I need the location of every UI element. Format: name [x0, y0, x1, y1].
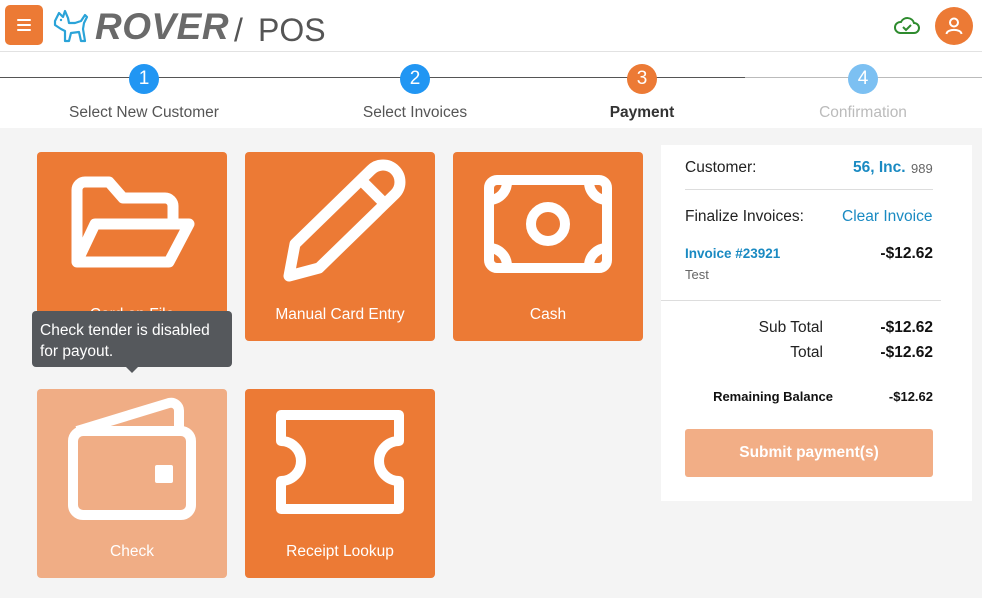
- step-1-label[interactable]: Select New Customer: [34, 104, 254, 122]
- tooltip-line-1: Check tender is disabled: [40, 322, 210, 339]
- folder-open-icon: [71, 176, 195, 268]
- step-2-label[interactable]: Select Invoices: [305, 104, 525, 122]
- dog-logo-icon: [53, 9, 89, 43]
- cash-label: Cash: [529, 306, 567, 323]
- cash-tile[interactable]: Cash: [453, 152, 643, 341]
- wallet-icon: [68, 397, 196, 520]
- pencil-icon: [283, 159, 406, 282]
- remaining-balance-value: -$12.62: [888, 389, 933, 404]
- customer-id: 989: [911, 161, 933, 176]
- top-bar: ROVER / POS: [0, 0, 982, 52]
- customer-name-link[interactable]: 56, Inc.: [853, 159, 906, 177]
- step-2-circle[interactable]: 2: [400, 64, 430, 94]
- total-value: -$12.62: [880, 344, 933, 361]
- tooltip-arrow: [126, 367, 138, 373]
- step-1-circle[interactable]: 1: [129, 64, 159, 94]
- invoice-description: Test: [685, 267, 709, 282]
- receipt-lookup-label: Receipt Lookup: [286, 543, 394, 560]
- invoice-link[interactable]: Invoice #23921: [685, 246, 780, 261]
- step-4-circle: 4: [848, 64, 878, 94]
- total-label: Total: [790, 344, 823, 361]
- subtotal-value: -$12.62: [880, 319, 933, 336]
- brand-separator: /: [234, 12, 243, 48]
- finalize-invoices-label: Finalize Invoices:: [685, 208, 804, 225]
- step-4-label: Confirmation: [819, 104, 907, 121]
- clear-invoice-link[interactable]: Clear Invoice: [842, 208, 932, 226]
- cloud-check-icon: [894, 17, 920, 34]
- divider: [685, 189, 933, 190]
- step-3-circle: 3: [627, 64, 657, 94]
- receipt-lookup-tile[interactable]: Receipt Lookup: [245, 389, 435, 578]
- remaining-balance-label: Remaining Balance: [713, 389, 833, 404]
- check-disabled-tooltip: Check tender is disabled for payout.: [32, 311, 232, 367]
- product-name: POS: [258, 12, 326, 48]
- ticket-icon: [276, 410, 404, 514]
- step-3-label: Payment: [609, 104, 675, 121]
- cash-icon: [484, 175, 612, 273]
- customer-label: Customer:: [685, 159, 757, 176]
- hamburger-icon: [17, 19, 31, 21]
- divider: [661, 300, 941, 301]
- user-icon: [945, 17, 963, 35]
- progress-stepper: 1 Select New Customer 2 Select Invoices …: [0, 52, 982, 128]
- payment-summary-panel: Customer: 56, Inc. 989 Finalize Invoices…: [661, 145, 972, 501]
- menu-button[interactable]: [5, 5, 43, 45]
- invoice-amount: -$12.62: [880, 245, 933, 262]
- brand-name: ROVER: [95, 6, 230, 47]
- check-label: Check: [110, 543, 154, 560]
- submit-payment-button[interactable]: Submit payment(s): [685, 429, 933, 477]
- user-avatar-button[interactable]: [935, 7, 973, 45]
- check-tile: Check: [37, 389, 227, 578]
- subtotal-label: Sub Total: [758, 319, 823, 336]
- tooltip-line-2: for payout.: [40, 343, 114, 360]
- manual-card-entry-label: Manual Card Entry: [275, 306, 405, 323]
- manual-card-entry-tile[interactable]: Manual Card Entry: [245, 152, 435, 341]
